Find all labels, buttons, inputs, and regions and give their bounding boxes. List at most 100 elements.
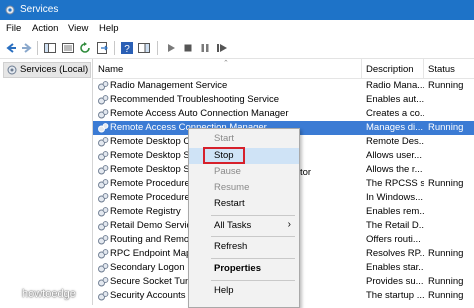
table-row[interactable]: Recommended Troubleshooting Service Enabl…	[93, 93, 474, 107]
service-description: Provides su...	[366, 276, 424, 287]
ctx-refresh[interactable]: Refresh	[189, 239, 299, 255]
service-description: Offers routi...	[366, 234, 421, 245]
service-name: Recommended Troubleshooting Service	[110, 94, 279, 105]
back-arrow-icon[interactable]	[4, 41, 18, 55]
service-description: Creates a co...	[366, 108, 424, 119]
service-description: The Retail D...	[366, 220, 424, 231]
ctx-separator	[211, 280, 295, 281]
menu-action[interactable]: Action	[32, 23, 58, 34]
service-gear-icon	[98, 249, 109, 259]
ctx-all-tasks-label: All Tasks	[214, 220, 252, 231]
toolbar-separator	[114, 41, 115, 55]
ctx-separator	[211, 258, 295, 259]
stop-service-icon[interactable]	[181, 41, 195, 55]
refresh-icon[interactable]	[78, 41, 92, 55]
service-gear-icon	[98, 207, 109, 217]
table-row[interactable]: Remote Access Auto Connection Manager Cre…	[93, 107, 474, 121]
service-gear-icon	[98, 179, 109, 189]
service-description: Radio Mana...	[366, 80, 424, 91]
service-gear-icon	[98, 165, 109, 175]
ctx-help-label: Help	[214, 285, 234, 296]
console-tree-icon[interactable]	[43, 41, 57, 55]
ctx-help[interactable]: Help	[189, 283, 299, 299]
pause-service-icon[interactable]	[198, 41, 212, 55]
action-pane-icon[interactable]	[137, 41, 151, 55]
service-description: The startup ...	[366, 290, 424, 301]
toolbar: ?	[0, 38, 474, 59]
toolbar-separator	[37, 41, 38, 55]
column-header-description[interactable]: Description	[366, 64, 414, 75]
service-description: Resolves RP...	[366, 248, 424, 259]
forward-arrow-icon[interactable]	[20, 41, 34, 55]
service-gear-icon	[98, 81, 109, 91]
export-list-icon[interactable]	[95, 41, 109, 55]
service-gear-icon	[98, 277, 109, 287]
tree-node-label: Services (Local)	[20, 64, 89, 75]
table-row[interactable]: Radio Management Service Radio Mana... Run…	[93, 79, 474, 93]
ctx-restart[interactable]: Restart	[189, 196, 299, 212]
service-description: Enables star...	[366, 262, 424, 273]
ctx-separator	[211, 236, 295, 237]
ctx-stop[interactable]: Stop	[189, 147, 299, 164]
service-gear-icon	[98, 291, 109, 301]
ctx-resume-label: Resume	[214, 182, 250, 193]
service-status: Running	[428, 276, 464, 287]
ctx-refresh-label: Refresh	[214, 241, 248, 252]
menu-help[interactable]: Help	[99, 23, 119, 34]
start-service-icon[interactable]	[164, 41, 178, 55]
ctx-start[interactable]: Start	[189, 131, 299, 147]
service-name: Radio Management Service	[110, 80, 228, 91]
service-description: In Windows...	[366, 192, 424, 203]
ctx-start-label: Start	[214, 133, 235, 144]
ctx-resume[interactable]: Resume	[189, 180, 299, 196]
service-status: Running	[428, 248, 464, 259]
service-gear-icon	[98, 109, 109, 119]
column-header-status[interactable]: Status	[428, 64, 455, 75]
column-divider[interactable]	[361, 59, 362, 78]
service-description: Remote Des...	[366, 136, 424, 147]
title-bar: Services	[0, 0, 474, 20]
service-description: Allows user...	[366, 150, 422, 161]
submenu-arrow-icon: ›	[287, 219, 291, 230]
menu-bar: File Action View Help	[0, 20, 474, 38]
service-status: Running	[428, 80, 464, 91]
tree-node-services-local[interactable]: Services (Local)	[3, 62, 91, 78]
ctx-all-tasks[interactable]: All Tasks ›	[189, 218, 299, 234]
ctx-separator	[211, 215, 295, 216]
service-gear-icon	[98, 235, 109, 245]
service-gear-icon	[98, 221, 109, 231]
ctx-restart-label: Restart	[214, 198, 245, 209]
service-gear-icon	[98, 137, 109, 147]
service-gear-icon	[98, 151, 109, 161]
row-name-overflow: tor	[300, 167, 312, 178]
services-gear-icon	[5, 5, 15, 15]
sort-ascending-icon: ⌃	[223, 60, 229, 67]
restart-service-icon[interactable]	[215, 41, 229, 55]
console-tree-pane: Services (Local)	[0, 59, 93, 305]
service-description: Manages di...	[366, 122, 424, 133]
menu-file[interactable]: File	[6, 23, 21, 34]
services-gear-icon	[7, 65, 17, 75]
ctx-properties[interactable]: Properties	[189, 261, 299, 277]
service-description: The RPCSS s...	[366, 178, 424, 189]
service-description: Allows the r...	[366, 164, 423, 175]
column-divider[interactable]	[423, 59, 424, 78]
service-gear-icon	[98, 123, 109, 133]
ctx-pause[interactable]: Pause	[189, 164, 299, 180]
howtoedge-logo-icon	[6, 287, 20, 301]
menu-view[interactable]: View	[68, 23, 88, 34]
ctx-pause-label: Pause	[214, 166, 241, 177]
service-status: Running	[428, 290, 464, 301]
service-gear-icon	[98, 193, 109, 203]
list-header: ⌃ Name Description Status	[93, 59, 474, 79]
show-hide-icon[interactable]	[61, 41, 75, 55]
service-name: Remote Access Auto Connection Manager	[110, 108, 289, 119]
service-gear-icon	[98, 263, 109, 273]
toolbar-separator	[157, 41, 158, 55]
service-description: Enables rem...	[366, 206, 424, 217]
context-menu: Start Stop Pause Resume Restart All Task…	[188, 128, 300, 308]
column-header-name[interactable]: Name	[98, 64, 123, 75]
help-icon[interactable]: ?	[120, 41, 134, 55]
watermark-text: howtoedge	[22, 288, 76, 300]
service-gear-icon	[98, 95, 109, 105]
